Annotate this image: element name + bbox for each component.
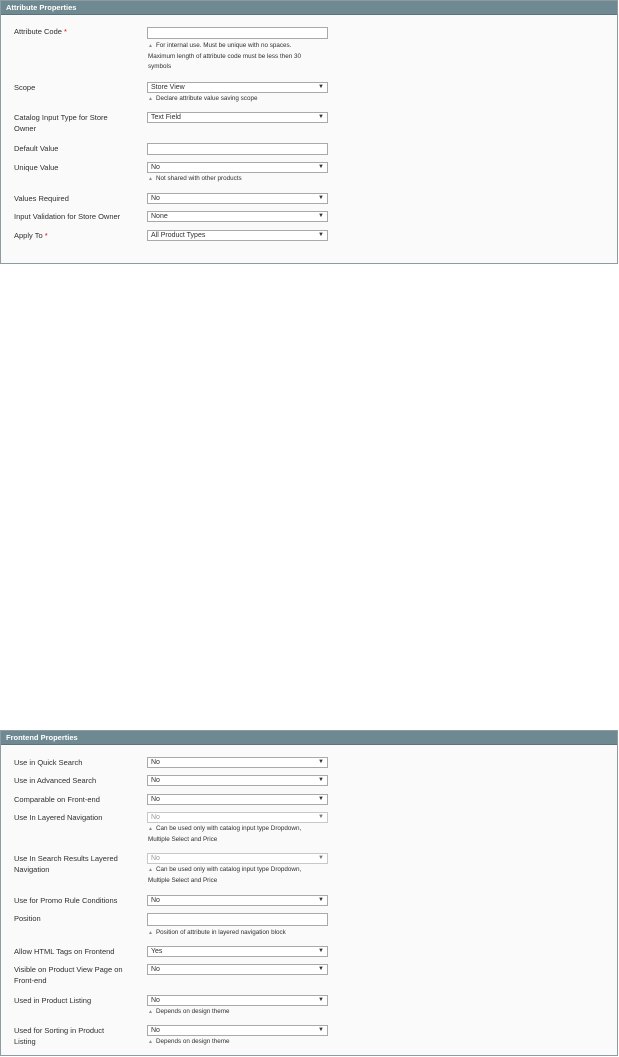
required-marker: * — [64, 27, 67, 36]
scope-label: Scope — [14, 83, 36, 92]
html-tags-select[interactable]: Yes ▼ — [147, 946, 328, 957]
visible-on-product-select[interactable]: No ▼ — [147, 964, 328, 975]
input-validation-select[interactable]: None ▼ — [147, 211, 328, 222]
note-arrow-icon: ▲ — [148, 930, 153, 936]
chevron-down-icon: ▼ — [318, 997, 324, 1003]
visible-on-product-label: Visible on Product View Page on Front-end — [14, 965, 123, 985]
sorting-note: ▲ Depends on design theme — [148, 1038, 230, 1045]
unique-value-select[interactable]: No ▼ — [147, 162, 328, 173]
values-required-select[interactable]: No ▼ — [147, 193, 328, 204]
attribute-code-input[interactable] — [147, 27, 328, 39]
chevron-down-icon: ▼ — [318, 855, 324, 861]
chevron-down-icon: ▼ — [318, 948, 324, 954]
input-validation-label: Input Validation for Store Owner — [14, 212, 121, 221]
chevron-down-icon: ▼ — [318, 164, 324, 170]
note-arrow-icon: ▲ — [148, 1009, 153, 1015]
chevron-down-icon: ▼ — [318, 966, 324, 972]
scope-select[interactable]: Store View ▼ — [147, 82, 328, 93]
panel-title: Attribute Properties — [1, 1, 617, 15]
layered-navigation-note: ▲ Can be used only with catalog input typ… — [148, 825, 302, 843]
product-listing-note: ▲ Depends on design theme — [148, 1008, 230, 1015]
search-layered-label: Use In Search Results Layered Navigation — [14, 854, 118, 874]
default-value-input[interactable] — [147, 143, 328, 155]
panel-title: Frontend Properties — [1, 731, 617, 745]
note-arrow-icon: ▲ — [148, 96, 153, 102]
note-arrow-icon: ▲ — [148, 867, 153, 873]
scope-note: ▲ Declare attribute value saving scope — [148, 95, 258, 102]
product-listing-label: Used in Product Listing — [14, 996, 92, 1005]
chevron-down-icon: ▼ — [318, 897, 324, 903]
chevron-down-icon: ▼ — [318, 796, 324, 802]
chevron-down-icon: ▼ — [318, 814, 324, 820]
html-tags-label: Allow HTML Tags on Frontend — [14, 947, 115, 956]
chevron-down-icon: ▼ — [318, 114, 324, 120]
sorting-select[interactable]: No ▼ — [147, 1025, 328, 1036]
attribute-code-note: ▲ For internal use. Must be unique with n… — [148, 42, 301, 70]
note-arrow-icon: ▲ — [148, 43, 153, 49]
advanced-search-label: Use in Advanced Search — [14, 776, 97, 785]
chevron-down-icon: ▼ — [318, 84, 324, 90]
search-layered-note: ▲ Can be used only with catalog input typ… — [148, 866, 302, 884]
unique-value-note: ▲ Not shared with other products — [148, 175, 242, 182]
sorting-label: Used for Sorting in Product Listing — [14, 1026, 105, 1046]
note-arrow-icon: ▲ — [148, 176, 153, 182]
unique-value-label: Unique Value — [14, 163, 59, 172]
layered-navigation-select[interactable]: No ▼ — [147, 812, 328, 823]
product-listing-select[interactable]: No ▼ — [147, 995, 328, 1006]
chevron-down-icon: ▼ — [318, 777, 324, 783]
promo-rule-label: Use for Promo Rule Conditions — [14, 896, 118, 905]
note-arrow-icon: ▲ — [148, 826, 153, 832]
search-layered-select[interactable]: No ▼ — [147, 853, 328, 864]
chevron-down-icon: ▼ — [318, 1027, 324, 1033]
apply-to-select[interactable]: All Product Types ▼ — [147, 230, 328, 241]
layered-navigation-label: Use In Layered Navigation — [14, 813, 103, 822]
required-marker: * — [44, 231, 48, 240]
promo-rule-select[interactable]: No ▼ — [147, 895, 328, 906]
position-note: ▲ Position of attribute in layered naviga… — [148, 929, 286, 936]
attribute-properties-panel: Attribute Properties Attribute Code * ▲ F… — [0, 0, 618, 264]
quick-search-label: Use in Quick Search — [14, 758, 83, 767]
comparable-label: Comparable on Front-end — [14, 795, 100, 804]
chevron-down-icon: ▼ — [318, 759, 324, 765]
input-type-label: Catalog Input Type for Store Owner — [14, 113, 108, 133]
note-arrow-icon: ▲ — [148, 1039, 153, 1045]
frontend-properties-panel: Frontend Properties Use in Quick Search … — [0, 730, 618, 1056]
advanced-search-select[interactable]: No ▼ — [147, 775, 328, 786]
quick-search-select[interactable]: No ▼ — [147, 757, 328, 768]
position-label: Position — [14, 914, 41, 923]
input-type-select[interactable]: Text Field ▼ — [147, 112, 328, 123]
default-value-label: Default Value — [14, 144, 59, 153]
attribute-code-label: Attribute Code * — [14, 27, 67, 36]
chevron-down-icon: ▼ — [318, 213, 324, 219]
chevron-down-icon: ▼ — [318, 195, 324, 201]
comparable-select[interactable]: No ▼ — [147, 794, 328, 805]
apply-to-label: Apply To * — [14, 231, 48, 240]
values-required-label: Values Required — [14, 194, 69, 203]
chevron-down-icon: ▼ — [318, 232, 324, 238]
position-input[interactable] — [147, 913, 328, 926]
